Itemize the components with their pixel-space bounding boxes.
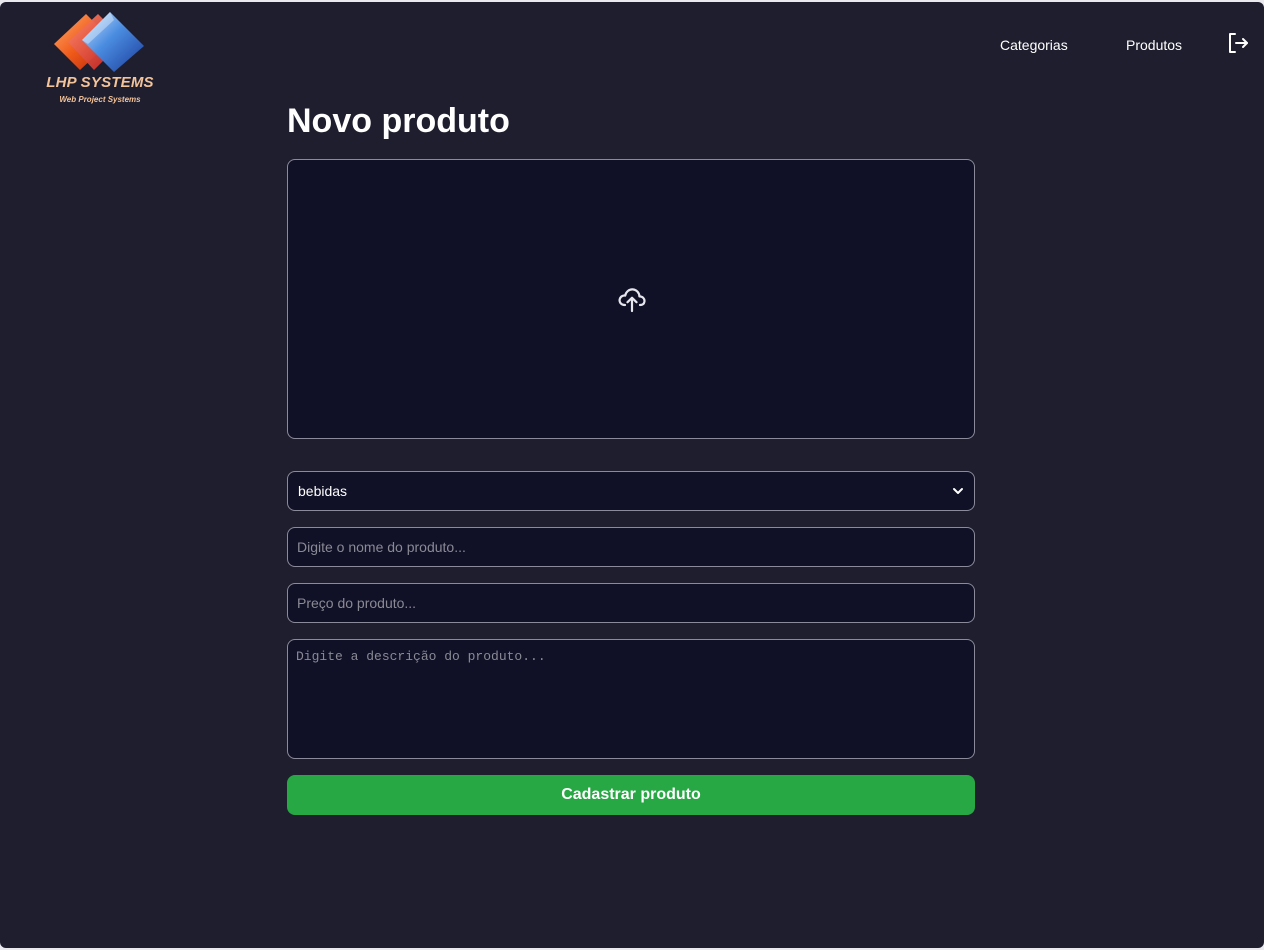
nav-link-categorias[interactable]: Categorias <box>1000 37 1068 53</box>
category-select[interactable]: bebidas <box>287 471 975 511</box>
image-upload-area[interactable] <box>287 159 975 439</box>
app-window: LHP SYSTEMS Web Project Systems Categori… <box>0 2 1264 948</box>
page-title: Novo produto <box>287 102 510 140</box>
product-price-input[interactable] <box>287 583 975 623</box>
category-select-value: bebidas <box>298 483 348 499</box>
nav-link-produtos[interactable]: Produtos <box>1126 37 1182 53</box>
submit-product-button[interactable]: Cadastrar produto <box>287 775 975 815</box>
product-name-input[interactable] <box>287 527 975 567</box>
logo-diamonds-icon <box>54 12 144 72</box>
logo-subtitle: Web Project Systems <box>59 95 141 104</box>
cloud-upload-icon <box>617 284 647 314</box>
chevron-down-icon <box>953 488 963 494</box>
logout-icon[interactable] <box>1226 31 1250 55</box>
logo-title: LHP SYSTEMS <box>46 74 154 91</box>
brand-logo[interactable]: LHP SYSTEMS Web Project Systems <box>38 10 162 106</box>
product-description-input[interactable] <box>287 639 975 759</box>
